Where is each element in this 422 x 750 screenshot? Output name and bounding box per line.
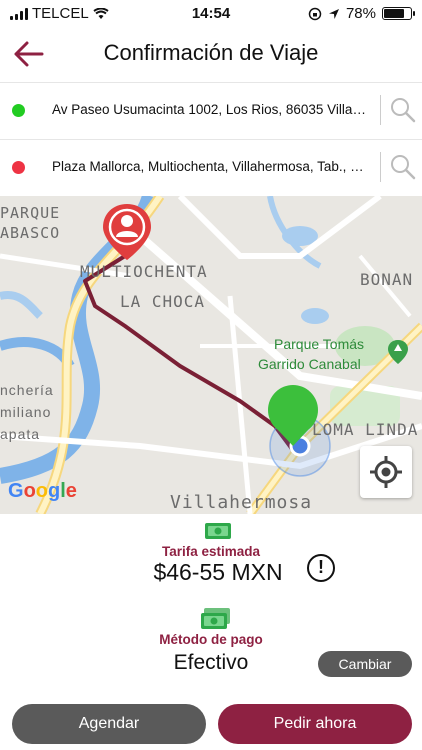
request-now-button[interactable]: Pedir ahora xyxy=(218,704,412,744)
google-attribution: Google xyxy=(8,480,77,502)
orientation-lock-icon xyxy=(308,7,322,20)
origin-dot xyxy=(12,104,25,117)
destination-pin-icon xyxy=(103,204,151,260)
header: Confirmación de Viaje xyxy=(0,26,422,82)
map-label: Villahermosa xyxy=(170,492,313,513)
cash-icon xyxy=(205,523,231,539)
map-label: LA CHOCA xyxy=(120,292,206,311)
map-label: Parque Tomás xyxy=(274,336,365,352)
map-label: LOMA LINDA xyxy=(312,420,419,439)
divider xyxy=(380,95,381,125)
my-location-button[interactable] xyxy=(360,446,412,498)
map-background xyxy=(0,196,422,514)
crosshair-icon xyxy=(370,456,402,488)
destination-dot xyxy=(12,161,25,174)
status-right: 78% xyxy=(308,5,415,22)
park-pin-icon xyxy=(388,340,408,364)
info-alert-icon[interactable]: ! xyxy=(307,554,335,582)
fare-value: $46-55 MXN xyxy=(153,559,283,585)
origin-address[interactable]: Av Paseo Usumacinta 1002, Los Rios, 8603… xyxy=(52,102,370,117)
change-payment-button[interactable]: Cambiar xyxy=(318,651,412,677)
divider xyxy=(380,152,381,182)
page-title: Confirmación de Viaje xyxy=(103,40,319,65)
map-label: BONAN xyxy=(360,270,414,289)
location-arrow-icon xyxy=(328,8,339,19)
map-label: apata xyxy=(0,426,41,442)
map-label: ABASCO xyxy=(0,224,61,242)
destination-address[interactable]: Plaza Mallorca, Multiochenta, Villahermo… xyxy=(52,159,370,174)
destination-row[interactable]: Plaza Mallorca, Multiochenta, Villahermo… xyxy=(0,139,422,195)
map-label: miliano xyxy=(0,404,52,420)
origin-row[interactable]: Av Paseo Usumacinta 1002, Los Rios, 8603… xyxy=(0,82,422,138)
payment-label: Método de pago xyxy=(159,632,263,647)
battery-percent: 78% xyxy=(345,5,376,22)
fare-label: Tarifa estimada xyxy=(161,544,261,559)
map-label: nchería xyxy=(0,382,54,398)
map-label: MULTIOCHENTA xyxy=(80,262,208,281)
map-label: PARQUE xyxy=(0,204,61,222)
search-icon[interactable] xyxy=(390,154,416,180)
status-bar: TELCEL 14:54 78% xyxy=(0,0,422,26)
map-label: Garrido Canabal xyxy=(258,356,361,372)
cash-stack-icon xyxy=(201,608,230,629)
map-view[interactable]: PARQUE ABASCO MULTIOCHENTA LA CHOCA BONA… xyxy=(0,196,422,514)
search-icon[interactable] xyxy=(390,97,416,123)
battery-icon xyxy=(382,7,415,20)
schedule-button[interactable]: Agendar xyxy=(12,704,206,744)
origin-pin-icon xyxy=(268,385,318,446)
